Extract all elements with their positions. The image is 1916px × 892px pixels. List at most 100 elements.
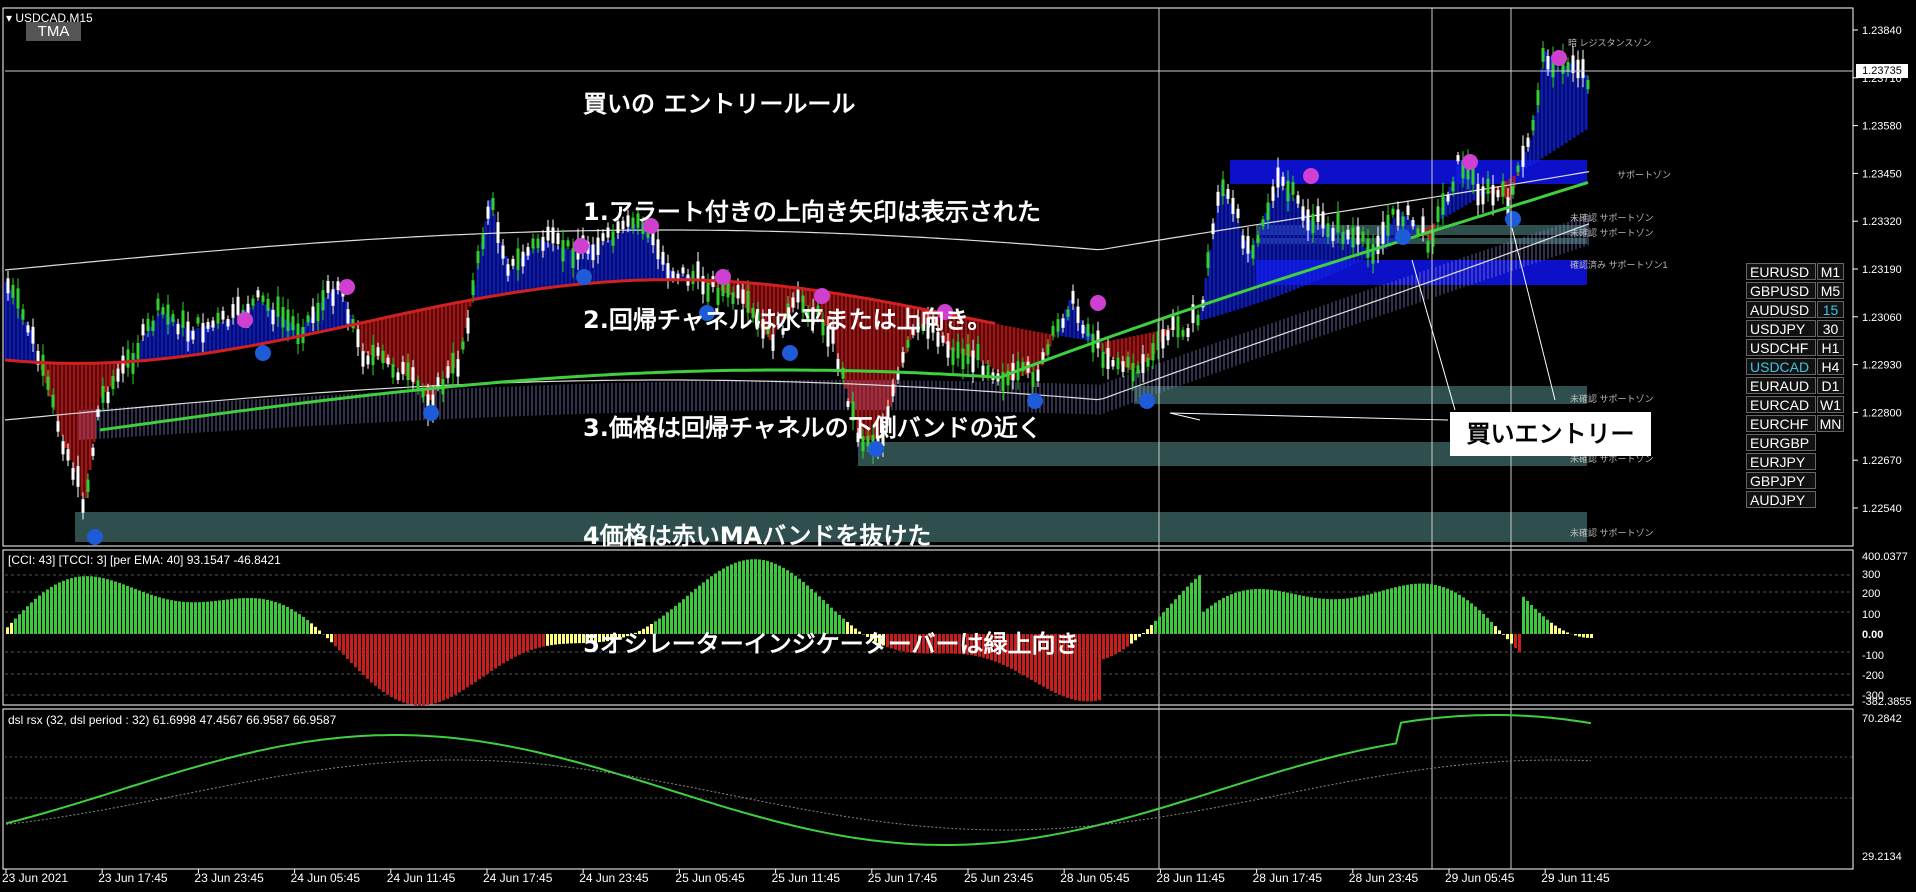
candle-body [521, 251, 525, 267]
cci-bar [1574, 634, 1577, 636]
candle-body [386, 357, 390, 365]
candle-body [1276, 167, 1280, 188]
cci-bar [202, 601, 205, 634]
cci-bar [282, 605, 285, 634]
cci-bar [386, 634, 389, 695]
candle-body [1106, 348, 1110, 369]
candle-body [1371, 244, 1375, 264]
sell-arrow-icon [1303, 168, 1319, 184]
cci-bar [262, 599, 265, 634]
symbol-button[interactable]: GBPJPY [1746, 472, 1816, 489]
cci-bar [1198, 575, 1201, 634]
timeframe-button[interactable]: M5 [1817, 282, 1844, 299]
candle-body [1521, 145, 1525, 167]
timeframe-button[interactable]: W1 [1817, 396, 1844, 413]
cci-bar [542, 634, 545, 647]
candle-body [41, 354, 45, 376]
candle-body [566, 240, 570, 247]
candle-body [1401, 216, 1405, 227]
cci-bar [1126, 634, 1129, 647]
candle-body [61, 441, 65, 455]
cci-bar [54, 584, 57, 634]
cci-bar [1422, 583, 1425, 634]
candle-body [1566, 62, 1570, 72]
symbol-row: USDCHF H1 [1746, 339, 1844, 358]
candle-body [1456, 155, 1460, 162]
cci-bar [1122, 634, 1125, 650]
candle-body [1246, 236, 1250, 254]
candle-body [531, 238, 535, 249]
candle-body [106, 391, 110, 404]
symbol-button[interactable]: USDCAD [1746, 358, 1816, 375]
rule-line: 2.回帰チャネルは水平または上向き。 [583, 306, 992, 334]
candle-body [1531, 120, 1535, 131]
cci-bar [1242, 590, 1245, 634]
symbol-button[interactable]: EURAUD [1746, 377, 1816, 394]
candle-body [131, 353, 135, 374]
zone-label: サポートゾン [1617, 170, 1671, 180]
cci-bar [226, 599, 229, 634]
timeframe-button[interactable]: D1 [1817, 377, 1844, 394]
candle-body [1296, 195, 1300, 204]
symbol-button[interactable]: EURCHF [1746, 415, 1816, 432]
cci-bar [338, 634, 341, 651]
cci-bar [286, 606, 289, 634]
symbol-button[interactable]: EURCAD [1746, 396, 1816, 413]
cci-bar [446, 634, 449, 699]
cci-bar [1250, 589, 1253, 634]
candle-body [276, 296, 280, 317]
cci-bar [1506, 634, 1509, 640]
time-label: 23 Jun 17:45 [98, 871, 168, 885]
rsx-axis-label: 70.2842 [1862, 713, 1902, 725]
current-price-tag: 1.23735 [1856, 64, 1908, 78]
candle-body [171, 314, 175, 323]
candle-body [281, 306, 285, 328]
cci-bar [10, 622, 13, 634]
candle-body [406, 362, 410, 381]
timeframe-button[interactable]: 30 [1817, 320, 1844, 337]
candle-body [296, 323, 300, 344]
cci-bar [102, 578, 105, 634]
symbol-button[interactable]: GBPUSD [1746, 282, 1816, 299]
symbol-button[interactable]: EURJPY [1746, 453, 1816, 470]
cci-bar [1258, 589, 1261, 634]
timeframe-button[interactable]: H4 [1817, 358, 1844, 375]
symbol-row: EURGBP [1746, 434, 1844, 453]
cci-bar [1254, 589, 1257, 634]
cci-bar [1086, 634, 1089, 702]
cci-bar [486, 634, 489, 674]
symbol-button[interactable]: EURGBP [1746, 434, 1816, 451]
cci-bar [258, 598, 261, 634]
symbol-button[interactable]: AUDJPY [1746, 491, 1816, 508]
sell-arrow-icon [1090, 295, 1106, 311]
candle-body [1266, 202, 1270, 221]
symbol-row: AUDJPY [1746, 491, 1844, 510]
cci-bar [30, 602, 33, 634]
candle-body [1281, 176, 1285, 186]
cci-bar [398, 634, 401, 702]
symbol-button[interactable]: EURUSD [1746, 263, 1816, 280]
timeframe-button[interactable]: MN [1817, 415, 1844, 432]
symbol-button[interactable]: AUDUSD [1746, 301, 1816, 318]
timeframe-button[interactable]: H1 [1817, 339, 1844, 356]
symbol-button[interactable]: USDCHF [1746, 339, 1816, 356]
symbol-button[interactable]: USDJPY [1746, 320, 1816, 337]
cci-bar [1470, 603, 1473, 634]
candle-body [1111, 360, 1115, 367]
timeframe-button[interactable]: 15 [1817, 301, 1844, 318]
buy-arrow-icon [87, 529, 103, 545]
tma-indicator-box[interactable]: TMA [26, 22, 81, 41]
cci-bar [1450, 590, 1453, 634]
candle-body [1381, 221, 1385, 244]
cci-bar [382, 634, 385, 693]
candle-body [1356, 226, 1360, 245]
cci-bar [442, 634, 445, 701]
cci-bar [306, 620, 309, 634]
cci-bar [1466, 600, 1469, 634]
cci-bar [578, 634, 581, 644]
candle-body [111, 376, 115, 390]
time-label: 25 Jun 23:45 [964, 871, 1034, 885]
timeframe-button[interactable]: M1 [1817, 263, 1844, 280]
cci-bar [1426, 583, 1429, 634]
candle-body [486, 206, 490, 219]
